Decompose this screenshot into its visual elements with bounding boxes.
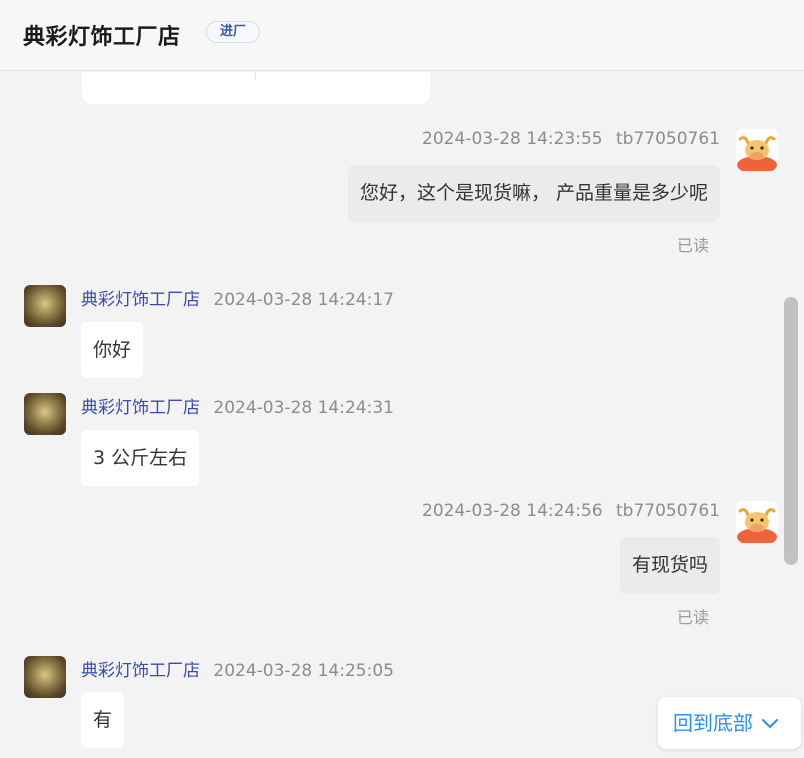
shop-avatar-icon[interactable]	[24, 393, 66, 435]
message-meta: 典彩灯饰工厂店 2024-03-28 14:24:17	[81, 285, 394, 310]
chat-area[interactable]: 2024-03-28 14:23:55 tb77050761 您好，这个是现货嘛…	[0, 72, 804, 758]
message-bubble-mine[interactable]: 您好，这个是现货嘛， 产品重量是多少呢	[347, 165, 720, 222]
message-bubble-shop[interactable]: 你好	[81, 322, 144, 378]
read-status: 已读	[676, 236, 709, 255]
message-bubble-shop[interactable]: 3 公斤左右	[81, 430, 200, 486]
sender-name[interactable]: 典彩灯饰工厂店	[81, 290, 200, 310]
message-timestamp: 2024-03-28 14:24:17	[213, 290, 394, 310]
message-meta: 2024-03-28 14:24:56 tb77050761	[422, 501, 720, 521]
back-to-bottom-button[interactable]: 回到底部	[658, 697, 801, 749]
message-timestamp: 2024-03-28 14:24:56	[422, 501, 603, 521]
card-divider	[255, 72, 256, 80]
shop-title[interactable]: 典彩灯饰工厂店	[23, 19, 181, 51]
message-bubble-shop[interactable]: 有	[81, 692, 125, 748]
message-meta: 2024-03-28 14:23:55 tb77050761	[422, 129, 720, 149]
shop-avatar-icon[interactable]	[24, 285, 66, 327]
message-meta: 典彩灯饰工厂店 2024-03-28 14:25:05	[81, 656, 394, 681]
scrollbar-thumb[interactable]	[784, 297, 798, 565]
message-timestamp: 2024-03-28 14:25:05	[213, 661, 394, 681]
message-timestamp: 2024-03-28 14:24:31	[213, 398, 394, 418]
read-status: 已读	[676, 608, 709, 627]
message-bubble-mine[interactable]: 有现货吗	[619, 537, 720, 594]
user-avatar-icon[interactable]	[736, 129, 778, 171]
message-user: tb77050761	[616, 129, 720, 149]
sender-name[interactable]: 典彩灯饰工厂店	[81, 398, 200, 418]
sender-name[interactable]: 典彩灯饰工厂店	[81, 661, 200, 681]
shop-avatar-icon[interactable]	[24, 656, 66, 698]
user-avatar-icon[interactable]	[736, 501, 778, 543]
previous-message-card	[82, 72, 430, 104]
chat-header: 典彩灯饰工厂店 进厂	[0, 0, 804, 71]
message-meta: 典彩灯饰工厂店 2024-03-28 14:24:31	[81, 393, 394, 418]
message-timestamp: 2024-03-28 14:23:55	[422, 129, 603, 149]
shop-badge[interactable]: 进厂	[206, 21, 260, 43]
back-to-bottom-label: 回到底部	[673, 711, 753, 735]
message-user: tb77050761	[616, 501, 720, 521]
chevron-down-icon	[761, 697, 779, 749]
